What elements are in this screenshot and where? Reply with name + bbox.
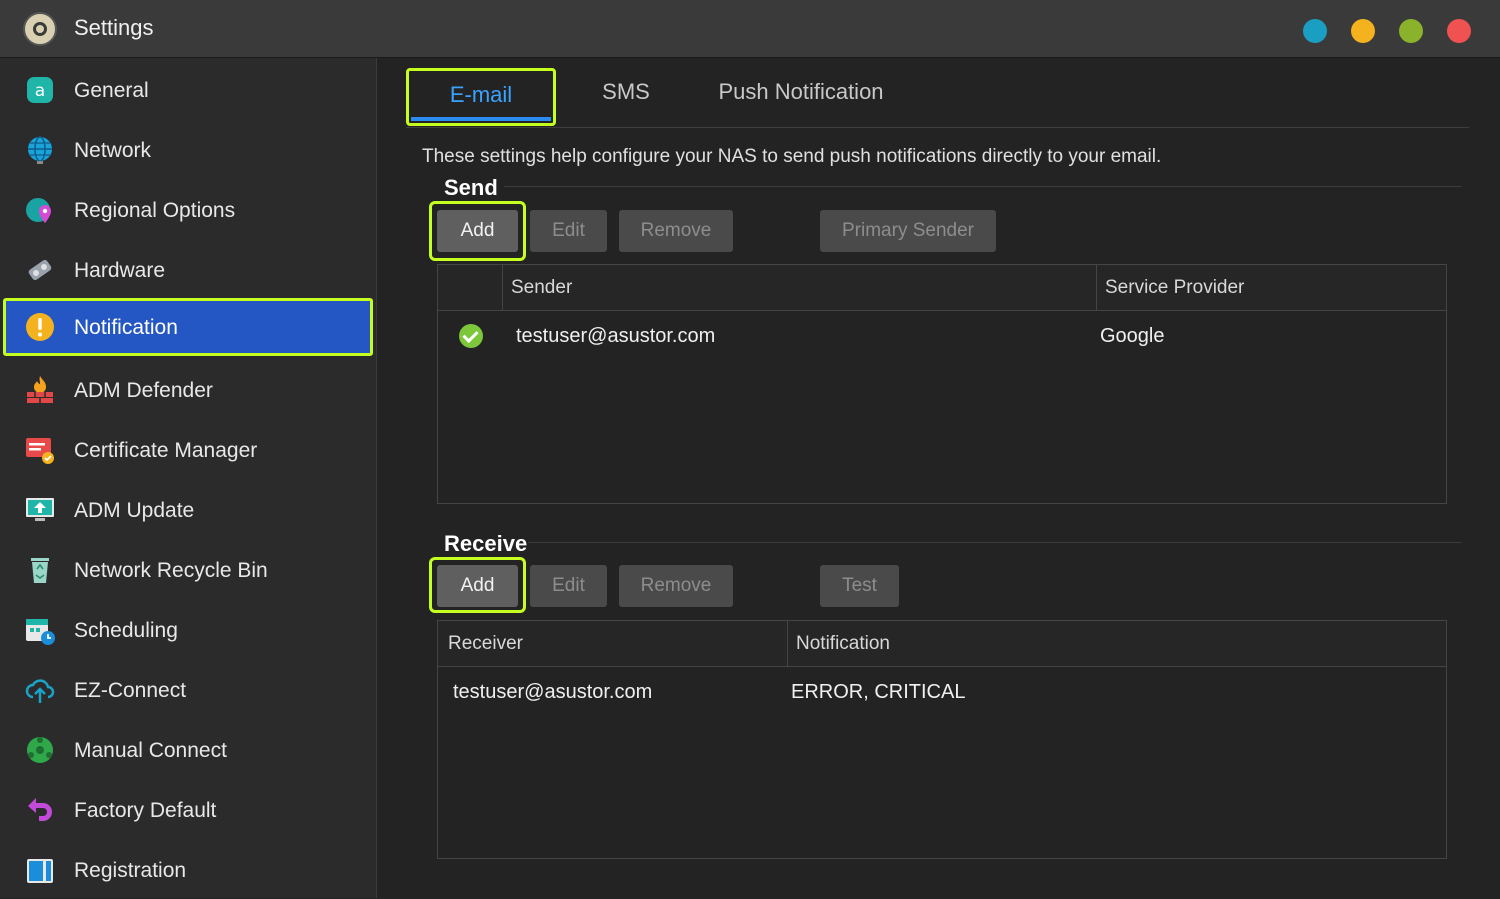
- sender-email: testuser@asustor.com: [516, 325, 716, 347]
- sidebar-item-adm-update[interactable]: ADM Update: [3, 481, 373, 539]
- registration-icon: [27, 859, 53, 883]
- sidebar-item-label: EZ-Connect: [74, 679, 187, 702]
- sidebar-item-registration[interactable]: Registration: [3, 841, 373, 899]
- service-provider-column-header[interactable]: Service Provider: [1096, 265, 1446, 310]
- window-close-button[interactable]: [1447, 19, 1471, 43]
- notification-column-header[interactable]: Notification: [787, 621, 1446, 666]
- sender-table-header: Sender Service Provider: [438, 265, 1446, 311]
- window-title: Settings: [74, 15, 154, 40]
- receiver-column-header[interactable]: Receiver: [438, 621, 787, 666]
- sender-column-header[interactable]: Sender: [502, 265, 1096, 310]
- sidebar-item-label: ADM Defender: [74, 379, 213, 402]
- email-description: These settings help configure your NAS t…: [422, 146, 1162, 167]
- firewall-icon: [27, 376, 53, 403]
- sidebar-item-network-recycle-bin[interactable]: Network Recycle Bin: [3, 541, 373, 599]
- send-section-title: Send: [444, 175, 498, 200]
- calendar-clock-icon: [26, 619, 55, 645]
- send-add-button[interactable]: Add: [437, 210, 518, 252]
- sidebar-item-network[interactable]: Network: [3, 121, 373, 179]
- sidebar-item-label: Registration: [74, 859, 187, 882]
- receive-divider: [528, 542, 1462, 543]
- window-maximize-button[interactable]: [1399, 19, 1423, 43]
- hardware-icon: [28, 259, 52, 281]
- update-icon: [26, 498, 54, 521]
- sidebar-item-certificate-manager[interactable]: Certificate Manager: [3, 421, 373, 479]
- sidebar-item-adm-defender[interactable]: ADM Defender: [3, 361, 373, 419]
- settings-window: Settings a General Network Regional Opti…: [0, 0, 1500, 898]
- tab-sms[interactable]: SMS: [586, 68, 666, 126]
- sidebar-item-scheduling[interactable]: Scheduling: [3, 601, 373, 659]
- tab-email[interactable]: E-mail: [406, 68, 556, 126]
- manual-connect-icon: [27, 737, 53, 763]
- check-icon: [459, 324, 483, 348]
- receiver-table: Receiver Notification testuser@asustor.c…: [437, 620, 1447, 859]
- receive-section-title: Receive: [444, 531, 528, 556]
- send-edit-button[interactable]: Edit: [530, 210, 607, 252]
- sidebar-item-label: Certificate Manager: [74, 439, 258, 462]
- sidebar-item-factory-default[interactable]: Factory Default: [3, 781, 373, 839]
- sidebar-item-manual-connect[interactable]: Manual Connect: [3, 721, 373, 779]
- sidebar-item-notification[interactable]: Notification: [3, 298, 373, 356]
- receive-remove-button[interactable]: Remove: [619, 565, 733, 607]
- sender-table: Sender Service Provider testuser@asustor…: [437, 264, 1447, 504]
- sidebar-item-label: Network Recycle Bin: [74, 559, 268, 582]
- alert-icon: [26, 313, 54, 341]
- test-button[interactable]: Test: [820, 565, 899, 607]
- sidebar: a General Network Regional Options Hardw…: [0, 58, 377, 898]
- receiver-email: testuser@asustor.com: [453, 681, 653, 703]
- window-blue-button[interactable]: [1303, 19, 1327, 43]
- svg-text:a: a: [35, 81, 45, 101]
- sidebar-item-regional-options[interactable]: Regional Options: [3, 181, 373, 239]
- undo-icon: [28, 798, 52, 821]
- certificate-icon: [26, 438, 54, 464]
- sidebar-item-label: Notification: [74, 316, 178, 339]
- sidebar-item-label: Regional Options: [74, 199, 236, 222]
- send-divider: [504, 186, 1462, 187]
- map-pin-icon: [26, 198, 51, 223]
- title-bar: Settings: [0, 0, 1500, 58]
- general-icon: a: [27, 77, 53, 103]
- sidebar-item-hardware[interactable]: Hardware: [3, 241, 373, 299]
- sidebar-item-label: Factory Default: [74, 799, 217, 822]
- receive-add-button[interactable]: Add: [437, 565, 518, 607]
- sidebar-item-general[interactable]: a General: [3, 61, 373, 119]
- send-remove-button[interactable]: Remove: [619, 210, 733, 252]
- tab-push-notification[interactable]: Push Notification: [706, 68, 896, 126]
- recycle-bin-icon: [31, 558, 49, 583]
- sidebar-item-label: Hardware: [74, 259, 166, 282]
- sidebar-item-ez-connect[interactable]: EZ-Connect: [3, 661, 373, 719]
- receiver-table-header: Receiver Notification: [438, 621, 1446, 667]
- cloud-upload-icon: [25, 679, 55, 703]
- tab-bar: E-mail SMS Push Notification: [406, 68, 1469, 128]
- sidebar-item-label: ADM Update: [74, 499, 195, 522]
- receive-edit-button[interactable]: Edit: [530, 565, 607, 607]
- sidebar-item-label: Scheduling: [74, 619, 178, 642]
- sidebar-item-label: Manual Connect: [74, 739, 227, 762]
- status-column-header: [438, 265, 502, 310]
- sidebar-item-label: Network: [74, 139, 152, 162]
- primary-sender-button[interactable]: Primary Sender: [820, 210, 996, 252]
- window-minimize-button[interactable]: [1351, 19, 1375, 43]
- settings-app-icon: [23, 12, 57, 46]
- sidebar-item-label: General: [74, 79, 149, 102]
- notification-levels: ERROR, CRITICAL: [791, 681, 966, 703]
- globe-icon: [28, 136, 52, 164]
- service-provider: Google: [1100, 325, 1165, 347]
- main-panel: E-mail SMS Push Notification These setti…: [378, 58, 1500, 898]
